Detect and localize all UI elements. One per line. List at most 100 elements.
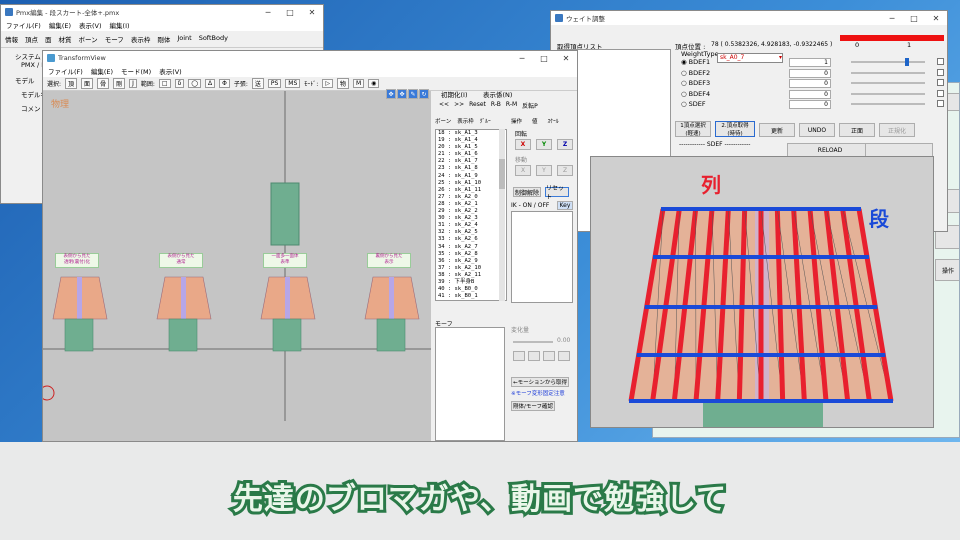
bone-list-item[interactable]: 31 : sk_A2_4 xyxy=(438,222,506,229)
tab-value[interactable]: 値 xyxy=(532,117,538,125)
skirt-model[interactable]: 表側から見た 通常 xyxy=(155,253,215,353)
scroll-thumb[interactable] xyxy=(499,159,505,189)
close-icon[interactable]: ✕ xyxy=(301,8,323,17)
toolbar-item[interactable]: 送 xyxy=(251,78,264,89)
bone-list-item[interactable]: 34 : sk_A2_7 xyxy=(438,244,506,251)
reset-button[interactable]: リセット xyxy=(545,185,569,201)
bone-list-item[interactable]: 41 : sk_B0_1 xyxy=(438,293,506,300)
bone-list-item[interactable]: 23 : sk_A1_8 xyxy=(438,165,506,172)
weight-value-field[interactable]: 0 xyxy=(789,79,831,88)
menu-file[interactable]: ファイル(F) xyxy=(6,20,41,30)
bone-list-item[interactable]: 27 : sk_A2_0 xyxy=(438,194,506,201)
weight-slider[interactable] xyxy=(851,92,925,95)
move-x-button[interactable]: X xyxy=(515,165,531,176)
toolbar-item[interactable]: δ xyxy=(174,79,185,88)
move-y-button[interactable]: Y xyxy=(536,165,552,176)
menu-mode[interactable]: モード(M) xyxy=(121,66,151,76)
undo-button[interactable]: UNDO xyxy=(799,123,835,137)
ik-list[interactable] xyxy=(511,211,573,303)
rotate-x-button[interactable]: X xyxy=(515,139,531,150)
tab-morph[interactable]: モーフ xyxy=(105,34,124,44)
toolbar-item[interactable]: Δ xyxy=(204,79,216,88)
get-from-motion-button[interactable]: ←モーションから取得 xyxy=(511,377,569,387)
toolbar-item[interactable]: 物 xyxy=(336,78,349,89)
flip-button[interactable]: 反転P xyxy=(522,101,538,110)
menu-view[interactable]: 表示(V) xyxy=(79,20,102,30)
tab-softbody[interactable]: SoftBody xyxy=(199,34,228,44)
bone-list-item[interactable]: 39 : 下半身B xyxy=(438,279,506,286)
rotate-z-button[interactable]: Z xyxy=(557,139,573,150)
bone-select[interactable]: sk_A0_7 ▾ xyxy=(717,53,783,63)
move-view-icon[interactable]: ✥ xyxy=(386,89,396,99)
bone-list-item[interactable]: 21 : sk_A1_6 xyxy=(438,151,506,158)
tab-info[interactable]: 情報 xyxy=(5,34,18,44)
bone-list-item[interactable]: 18 : sk_A1_3 xyxy=(438,130,506,137)
bone-list-item[interactable]: 32 : sk_A2_5 xyxy=(438,229,506,236)
weight-checkbox[interactable] xyxy=(937,68,944,76)
bone-list-item[interactable]: 37 : sk_A2_10 xyxy=(438,265,506,272)
step-button-4[interactable] xyxy=(558,351,570,361)
tab-face[interactable]: 面 xyxy=(45,34,52,44)
tab-rigid[interactable]: 剛体 xyxy=(157,34,170,44)
bone-list-item[interactable]: 38 : sk_A2_11 xyxy=(438,272,506,279)
radio-icon[interactable]: ○ xyxy=(681,69,687,77)
toolbar-item[interactable]: 骨 xyxy=(97,78,110,89)
bone-list-item[interactable]: 30 : sk_A2_3 xyxy=(438,215,506,222)
bone-list-item[interactable]: 28 : sk_A2_1 xyxy=(438,201,506,208)
weight-checkbox[interactable] xyxy=(937,100,944,107)
weight-slider[interactable] xyxy=(851,82,925,84)
bone-list-item[interactable]: 22 : sk_A1_7 xyxy=(438,158,506,165)
toolbar-item[interactable]: □ xyxy=(158,79,171,88)
weight-checkbox[interactable] xyxy=(937,79,944,86)
init-label[interactable]: 初期化(I) xyxy=(441,89,468,99)
menu-edit[interactable]: 編集(E) xyxy=(91,66,113,76)
front-button[interactable]: 正面 xyxy=(839,123,875,137)
radio-icon[interactable]: ○ xyxy=(681,79,687,87)
release-control-button[interactable]: 制御解除 xyxy=(513,187,541,197)
step-button-3[interactable] xyxy=(543,351,555,361)
tab-operation[interactable]: 操作 xyxy=(511,117,522,125)
display-label[interactable]: 表示係(N) xyxy=(483,89,512,99)
bone-list-scrollbar[interactable] xyxy=(499,129,505,301)
toolbar-item[interactable]: ▷ xyxy=(322,79,333,88)
toolbar-item[interactable]: J xyxy=(129,79,137,88)
tab-display-list[interactable]: 表示枠 xyxy=(457,117,474,125)
step-button-1[interactable] xyxy=(513,351,525,361)
normalize-button[interactable]: 正規化 xyxy=(879,123,915,137)
menu-edit2[interactable]: 編集(I) xyxy=(110,20,130,30)
bone-list-item[interactable]: 20 : sk_A1_5 xyxy=(438,144,506,151)
weight-value-field[interactable]: 0 xyxy=(789,100,831,109)
select-vertex-button[interactable]: 1頂点選択 (軽速) xyxy=(675,121,711,137)
reload-button[interactable]: RELOAD xyxy=(787,143,873,157)
get-vertex-button[interactable]: 2.頂点取得 (時待) xyxy=(715,121,755,137)
tab-bone[interactable]: ボーン xyxy=(79,34,98,44)
maximize-icon[interactable]: □ xyxy=(903,14,925,23)
update-button[interactable]: 更新 xyxy=(759,123,795,137)
toolbar-item[interactable]: PS xyxy=(267,79,282,88)
close-icon[interactable]: ✕ xyxy=(555,54,577,63)
radio-icon[interactable]: ◉ xyxy=(681,58,687,66)
op-button[interactable]: 操作 xyxy=(935,259,959,281)
maximize-icon[interactable]: □ xyxy=(279,8,301,17)
prev-button[interactable]: << xyxy=(439,101,449,110)
minimize-icon[interactable]: ─ xyxy=(881,14,903,23)
3d-viewport[interactable]: 表側から見た 透明(裏付)化 表側から見た 通常 一面多一面体 表準 裏側から見た 表… xyxy=(43,89,431,441)
weight-slider[interactable] xyxy=(851,58,925,66)
tab-joint[interactable]: Joint xyxy=(177,34,191,44)
bone-list[interactable]: 18 : sk_A1_3 19 : sk_A1_4 20 : sk_A1_5 21 :… xyxy=(435,129,507,301)
step-button-2[interactable] xyxy=(528,351,540,361)
rotation-gizmo[interactable] xyxy=(43,385,55,401)
toolbar-item[interactable]: M xyxy=(352,79,365,88)
radio-icon[interactable]: ○ xyxy=(681,100,687,108)
weight-value-field[interactable]: 0 xyxy=(789,68,831,78)
bone-list-item[interactable]: 42 : sk_B0_2 xyxy=(438,300,506,301)
bone-list-item[interactable]: 29 : sk_A2_2 xyxy=(438,208,506,215)
weight-slider[interactable] xyxy=(851,103,925,105)
menu-edit[interactable]: 編集(E) xyxy=(49,20,71,30)
weight-checkbox[interactable] xyxy=(937,58,944,65)
menu-file[interactable]: ファイル(F) xyxy=(48,66,83,76)
change-slider[interactable] xyxy=(513,341,553,343)
weight-value-field[interactable]: 1 xyxy=(789,58,831,67)
maximize-icon[interactable]: □ xyxy=(533,54,555,63)
toolbar-item[interactable]: 剛 xyxy=(113,78,126,89)
